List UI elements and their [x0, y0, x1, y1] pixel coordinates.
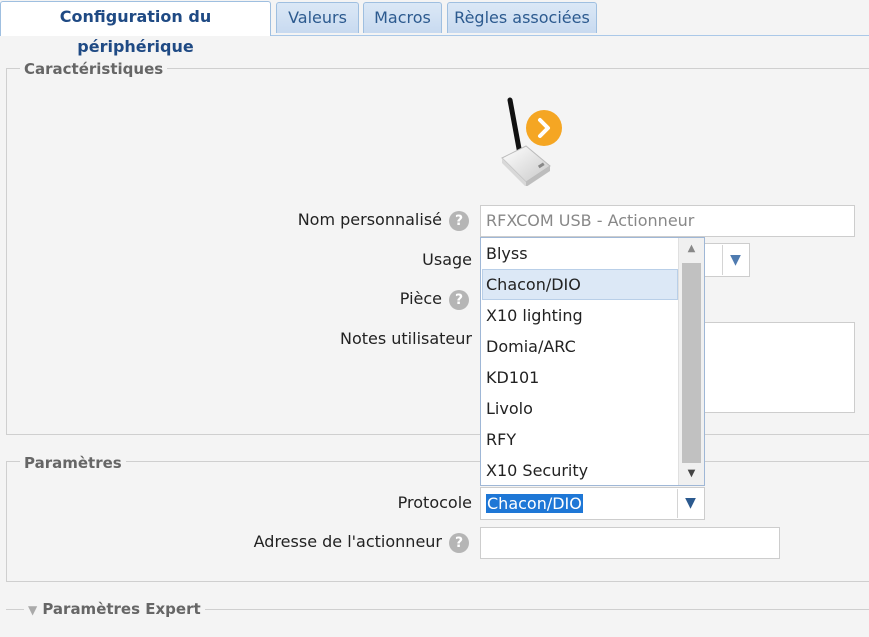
protocol-select[interactable]: Chacon/DIO	[480, 487, 705, 520]
parameters-fieldset	[6, 461, 869, 582]
rfxcom-usb-antenna-icon	[498, 96, 568, 187]
name-help-icon[interactable]: ?	[449, 211, 469, 231]
dropdown-option[interactable]: Domia/ARC	[482, 331, 678, 362]
tab-device-configuration[interactable]: Configuration du périphérique	[0, 1, 271, 56]
tab-bar: Configuration du périphérique Valeurs Ma…	[0, 0, 869, 56]
dropdown-option[interactable]: Livolo	[482, 393, 678, 424]
expert-legend: Paramètres Expert	[42, 600, 201, 618]
protocol-selected-value: Chacon/DIO	[486, 494, 583, 513]
scroll-up-arrow-icon[interactable]: ▲	[679, 238, 704, 260]
address-label: Adresse de l'actionneur	[253, 532, 442, 551]
dropdown-option[interactable]: X10 Security	[482, 455, 678, 485]
usage-chevron-down-icon[interactable]: ▼	[722, 245, 748, 275]
expand-triangle-icon: ▼	[28, 603, 38, 617]
room-label: Pièce	[399, 289, 442, 308]
expert-toggle[interactable]: ▼ Paramètres Expert	[24, 599, 205, 620]
usage-label: Usage	[422, 250, 472, 269]
tab-associated-rules[interactable]: Règles associées	[447, 2, 597, 33]
protocol-label: Protocole	[397, 493, 472, 512]
dropdown-option[interactable]: RFY	[482, 424, 678, 455]
protocol-dropdown-list[interactable]: Blyss Chacon/DIO X10 lighting Domia/ARC …	[480, 237, 705, 486]
scroll-down-arrow-icon[interactable]: ▼	[679, 463, 704, 485]
name-input[interactable]: RFXCOM USB - Actionneur	[480, 205, 855, 237]
dropdown-option-highlighted[interactable]: Chacon/DIO	[482, 269, 678, 300]
protocol-chevron-down-icon[interactable]: ▼	[677, 489, 703, 518]
tab-macros[interactable]: Macros	[363, 2, 442, 33]
name-label: Nom personnalisé	[297, 210, 442, 229]
address-help-icon[interactable]: ?	[449, 533, 469, 553]
room-help-icon[interactable]: ?	[449, 290, 469, 310]
parameters-legend: Paramètres	[20, 453, 126, 473]
scrollbar-thumb[interactable]	[682, 263, 701, 463]
notes-label: Notes utilisateur	[339, 329, 472, 348]
tab-values[interactable]: Valeurs	[276, 2, 359, 33]
dropdown-option[interactable]: X10 lighting	[482, 300, 678, 331]
dropdown-scrollbar[interactable]: ▲ ▼	[678, 238, 704, 485]
dropdown-option[interactable]: Blyss	[482, 238, 678, 269]
characteristics-legend: Caractéristiques	[20, 59, 168, 79]
dropdown-option[interactable]: KD101	[482, 362, 678, 393]
address-input[interactable]	[480, 527, 780, 559]
